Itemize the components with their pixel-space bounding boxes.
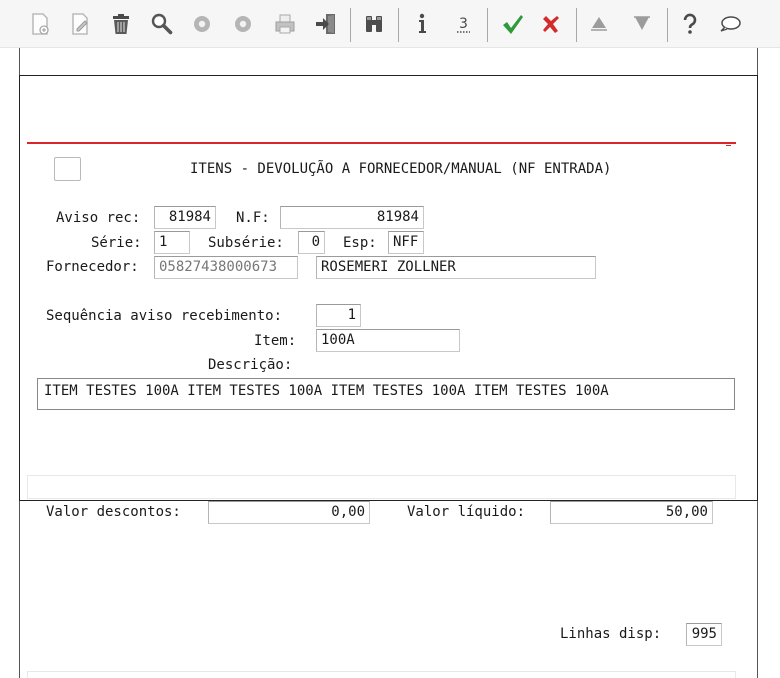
cancel-button[interactable]: [535, 6, 567, 42]
chat-bubble-icon: [720, 16, 741, 32]
bottom-panel: [27, 671, 736, 678]
sequencia-label: Sequência aviso recebimento:: [46, 308, 283, 324]
print-icon: [275, 14, 295, 34]
header-divider-mark: [726, 145, 731, 146]
subserie-label: Subsérie:: [208, 235, 284, 251]
arrow-down-icon: [634, 16, 650, 30]
new-doc-icon: [32, 13, 49, 35]
search-icon: [151, 13, 173, 35]
header-divider: [27, 142, 736, 144]
sequencia-field[interactable]: 1: [316, 304, 361, 327]
cancel-x-icon: [543, 16, 559, 33]
valor-liquido-field[interactable]: 50,00: [550, 501, 713, 524]
subserie-field[interactable]: 0: [298, 231, 325, 254]
esp-field[interactable]: NFF: [388, 231, 424, 254]
move-down-button[interactable]: [626, 6, 658, 42]
exit-icon: [316, 14, 335, 34]
trash-icon: [113, 14, 129, 34]
item-field[interactable]: 100A: [316, 329, 460, 352]
nf-label: N.F:: [236, 210, 270, 226]
toolbar-separator: [350, 8, 351, 42]
toolbar-separator: [398, 8, 399, 42]
print-button[interactable]: [269, 6, 301, 42]
delete-button[interactable]: [105, 6, 137, 42]
toolbar: 3: [0, 0, 780, 48]
info-button[interactable]: [406, 6, 438, 42]
binoculars-button[interactable]: [358, 6, 390, 42]
descricao-field[interactable]: ITEM TESTES 100A ITEM TESTES 100A ITEM T…: [37, 378, 735, 410]
aviso-rec-label: Aviso rec:: [56, 210, 141, 226]
esp-label: Esp:: [343, 235, 377, 251]
binoculars-icon: [366, 16, 382, 32]
three-icon: 3: [457, 16, 470, 33]
nf-field[interactable]: 81984: [280, 206, 424, 229]
dialog-title: ITENS - DEVOLUÇÃO A FORNECEDOR/MANUAL (N…: [190, 161, 612, 177]
descricao-label: Descrição:: [208, 357, 293, 373]
help-button[interactable]: [674, 6, 706, 42]
serie-label: Série:: [91, 235, 142, 251]
new-doc-button[interactable]: [24, 6, 56, 42]
toolbar-separator: [487, 8, 488, 42]
info-icon: [419, 13, 426, 33]
next-icon: [235, 16, 251, 32]
fornecedor-label: Fornecedor:: [46, 259, 139, 275]
help-icon: [683, 13, 697, 34]
linhas-disp-field[interactable]: 995: [686, 623, 722, 646]
aviso-rec-field[interactable]: 81984: [154, 206, 216, 229]
arrow-up-icon: [591, 17, 607, 31]
move-up-button[interactable]: [583, 6, 615, 42]
select-checkbox[interactable]: [54, 157, 81, 181]
toolbar-separator: [576, 8, 577, 42]
chat-button[interactable]: [714, 6, 746, 42]
item-label: Item:: [254, 333, 297, 349]
valor-descontos-field[interactable]: 0,00: [208, 501, 370, 524]
search-button[interactable]: [146, 6, 178, 42]
previous-icon: [194, 16, 210, 32]
next-button[interactable]: [227, 6, 259, 42]
toolbar-separator: [667, 8, 668, 42]
valor-liquido-label: Valor líquido:: [407, 504, 526, 520]
item-dialog: [19, 75, 758, 501]
valor-descontos-label: Valor descontos:: [46, 504, 181, 520]
serie-field[interactable]: 1: [154, 231, 190, 254]
empty-panel: [27, 475, 736, 499]
confirm-check-icon: [503, 15, 523, 34]
exit-button[interactable]: [310, 6, 342, 42]
confirm-button[interactable]: [496, 6, 528, 42]
fornecedor-code-field[interactable]: 05827438000673: [154, 256, 298, 279]
svg-text:3: 3: [459, 16, 468, 32]
three-button[interactable]: 3: [447, 6, 479, 42]
previous-button[interactable]: [186, 6, 218, 42]
fornecedor-name-field[interactable]: ROSEMERI ZOLLNER: [316, 256, 596, 279]
linhas-disp-label: Linhas disp:: [560, 626, 662, 642]
edit-icon: [72, 13, 88, 35]
edit-button[interactable]: [64, 6, 96, 42]
